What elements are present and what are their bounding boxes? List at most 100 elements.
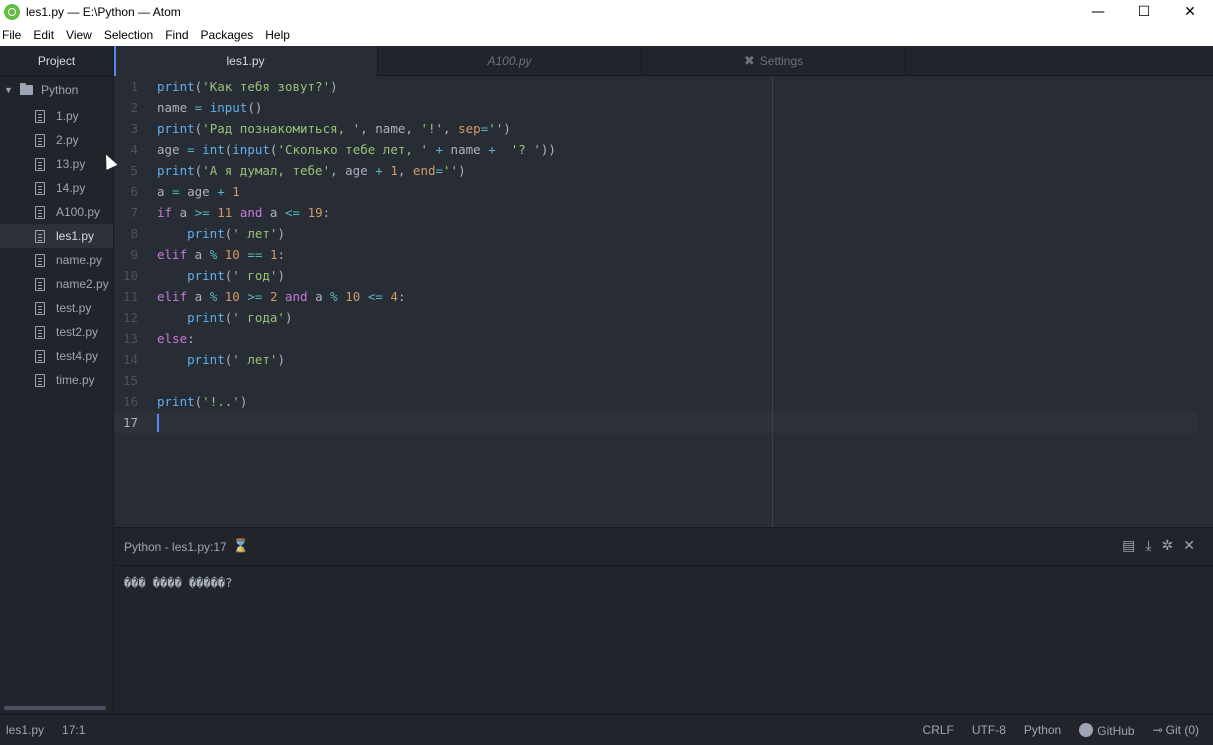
status-git[interactable]: ⊸ Git (0) (1153, 723, 1199, 737)
code-token: + (488, 142, 496, 157)
file-item[interactable]: A100.py (0, 200, 113, 224)
console-output[interactable]: ��� ���� �����? (114, 566, 1213, 600)
copy-output-icon[interactable]: ▤ (1122, 538, 1135, 554)
status-file[interactable]: les1.py (6, 723, 44, 737)
file-label: test2.py (56, 325, 99, 339)
file-text-icon (35, 253, 45, 267)
code-token: if (157, 205, 173, 220)
code-token: ' лет' (232, 352, 278, 367)
code-token: 10 (345, 289, 361, 304)
code-token: elif (157, 289, 188, 304)
line-number: 6 (130, 184, 138, 199)
menu-help[interactable]: Help (265, 28, 290, 42)
menu-edit[interactable]: Edit (33, 28, 54, 42)
file-item[interactable]: 1.py (0, 104, 113, 128)
code-token: ) (503, 121, 511, 136)
code-token: ) (330, 79, 338, 94)
close-button[interactable]: ✕ (1167, 0, 1213, 24)
code-token: : (397, 289, 406, 304)
code-line: 16 print('!..') (114, 391, 247, 412)
menu-view[interactable]: View (66, 28, 92, 42)
code-token: name (157, 100, 195, 115)
code-token: ) (284, 310, 293, 325)
code-token: ) (277, 268, 285, 283)
status-position[interactable]: 17:1 (62, 723, 85, 737)
file-text-icon (35, 109, 45, 123)
chevron-down-icon: ▼ (4, 85, 13, 95)
tab-label: A100.py (487, 54, 532, 68)
code-line: 17 (114, 412, 157, 433)
folder-python[interactable]: ▼ Python (0, 76, 113, 104)
code-token: '? ' (510, 142, 541, 157)
github-icon (1079, 722, 1094, 737)
console-header: Python - les1.py:17 ⌛ ▤ ⤓ ✲ ✕ (114, 528, 1213, 566)
status-grammar[interactable]: Python (1024, 723, 1061, 737)
code-line: 6 a = age + 1 (114, 181, 239, 202)
close-console-icon[interactable]: ✕ (1183, 538, 1195, 554)
menu-find[interactable]: Find (165, 28, 188, 42)
tab-a100[interactable]: A100.py (378, 46, 642, 76)
file-item[interactable]: test.py (0, 296, 113, 320)
line-number: 5 (130, 163, 138, 178)
status-encoding[interactable]: UTF-8 (972, 723, 1006, 737)
code-text: print('А я думал, тебе', age + 1, end=''… (157, 163, 466, 178)
cursor-line-highlight (114, 412, 1197, 433)
code-line: 2 name = input() (114, 97, 262, 118)
code-token: age (179, 184, 218, 199)
code-token: print (187, 226, 225, 241)
line-number: 7 (130, 205, 138, 220)
file-item[interactable]: name.py (0, 248, 113, 272)
file-item[interactable]: 14.py (0, 176, 113, 200)
file-item[interactable]: test2.py (0, 320, 113, 344)
code-text: print('!..') (157, 394, 247, 409)
file-item[interactable]: les1.py (0, 224, 113, 248)
code-token: ) (277, 226, 285, 241)
line-number: 3 (130, 121, 138, 136)
file-text-icon (35, 325, 45, 339)
atom-logo-icon (4, 4, 20, 20)
file-item[interactable]: 2.py (0, 128, 113, 152)
code-token: ) (458, 163, 466, 178)
file-label: name.py (56, 253, 103, 267)
code-token: a (262, 205, 285, 220)
sidebar-header[interactable]: Project (0, 46, 113, 76)
code-token: : (277, 247, 285, 262)
maximize-button[interactable]: ☐ (1121, 0, 1167, 24)
code-token: )) (540, 142, 556, 157)
file-item[interactable]: name2.py (0, 272, 113, 296)
code-token: + (375, 163, 383, 178)
title-bar: les1.py — E:\Python — Atom — ☐ ✕ (0, 0, 1213, 24)
code-token: , age (330, 163, 376, 178)
file-label: 1.py (56, 109, 79, 123)
code-editor[interactable]: 1 print('Как тебя зовут?') 2 name = input()… (114, 76, 1213, 527)
code-token: 1 (390, 163, 398, 178)
sidebar-scrollbar[interactable] (4, 706, 106, 710)
file-item[interactable]: 13.py (0, 152, 113, 176)
code-token: 11 (217, 205, 233, 220)
code-text: if a >= 11 and a <= 19: (157, 205, 330, 220)
line-number: 15 (122, 373, 138, 388)
code-token: ) (239, 394, 248, 409)
status-line-ending[interactable]: CRLF (923, 723, 954, 737)
tab-les1[interactable]: les1.py (114, 46, 378, 76)
status-github[interactable]: GitHub (1079, 722, 1135, 738)
download-icon[interactable]: ⤓ (1145, 538, 1151, 554)
menu-bar: File Edit View Selection Find Packages H… (0, 24, 1213, 46)
code-token: a (172, 205, 195, 220)
tab-settings[interactable]: ✖ Settings (642, 46, 906, 76)
tab-bar: les1.py A100.py ✖ Settings (114, 46, 1213, 76)
menu-packages[interactable]: Packages (201, 28, 254, 42)
file-item[interactable]: test4.py (0, 344, 113, 368)
code-token: ' года' (232, 310, 285, 325)
file-item[interactable]: time.py (0, 368, 113, 392)
pin-icon[interactable]: ✲ (1162, 538, 1174, 554)
code-token: print (187, 310, 225, 325)
code-token: 'Сколько тебе лет, ' (277, 142, 428, 157)
menu-selection[interactable]: Selection (104, 28, 153, 42)
minimize-button[interactable]: — (1075, 0, 1121, 24)
menu-file[interactable]: File (2, 28, 21, 42)
